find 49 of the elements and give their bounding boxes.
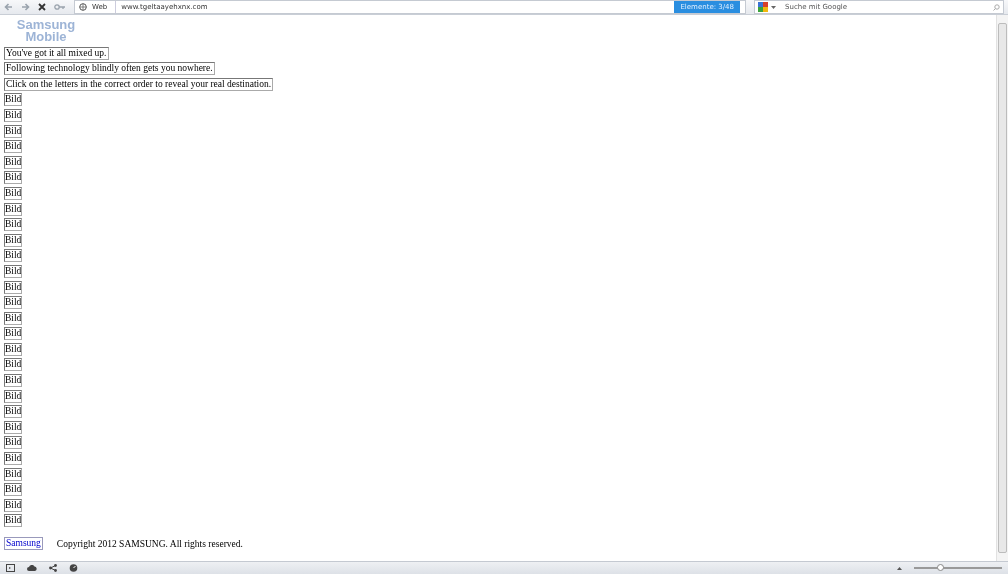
image-alt-text[interactable]: Bild [4,140,23,154]
speedometer-icon[interactable] [69,564,78,572]
zoom-slider[interactable] [914,564,1002,572]
image-alt-text[interactable]: Bild [4,108,23,122]
image-alt-text[interactable]: Bild [4,186,23,200]
close-icon[interactable] [38,3,46,11]
image-alt-text[interactable]: Bild [4,124,23,138]
search-engine-icon [758,2,768,12]
message-text: Click on the letters in the correct order to reveal your real destination. [4,77,274,91]
logo-text: Samsung Mobile [15,19,77,43]
image-alt-text[interactable]: Bild [4,202,23,216]
image-alt-text[interactable]: Bild [4,311,23,325]
image-alt-text[interactable]: Bild [4,436,23,450]
image-alt-text[interactable]: Bild [4,296,23,310]
image-alt-text[interactable]: Bild [4,218,23,232]
message-text: You've got it all mixed up. [4,46,109,60]
image-alt-text[interactable]: Bild [4,514,23,528]
image-alt-text[interactable]: Bild [4,264,23,278]
image-alt-text[interactable]: Bild [4,420,23,434]
image-alt-text[interactable]: Bild [4,483,23,497]
image-alt-text[interactable]: Bild [4,452,23,466]
image-alt-text[interactable]: Bild [4,358,23,372]
key-icon[interactable] [54,4,66,10]
image-alt-text[interactable]: Bild [4,405,23,419]
image-alt-text[interactable]: Bild [4,374,23,388]
image-alt-text[interactable]: Bild [4,342,23,356]
image-alt-text[interactable]: Bild [4,467,23,481]
search-icon[interactable] [993,3,1000,11]
image-alt-text[interactable]: Bild [4,280,23,294]
zoom-slider-thumb[interactable] [936,564,944,571]
image-alt-text[interactable]: Bild [4,249,23,263]
dropdown-caret-icon[interactable] [771,5,776,9]
up-caret-icon[interactable] [897,566,902,570]
image-alt-text[interactable]: Bild [4,327,23,341]
image-alt-text[interactable]: Bild [4,233,23,247]
message-text: Following technology blindly often gets you nowhere. [4,62,215,76]
image-alt-text[interactable]: Bild [4,171,23,185]
image-alt-text[interactable]: Bild [4,93,23,107]
cloud-icon[interactable] [27,565,37,571]
globe-icon [79,3,87,11]
back-arrow-icon[interactable] [4,3,13,11]
image-alt-text[interactable]: Bild [4,155,23,169]
panel-icon[interactable] [6,564,15,572]
share-icon[interactable] [49,564,57,572]
forward-arrow-icon[interactable] [21,3,30,11]
image-alt-text[interactable]: Bild [4,498,23,512]
samsung-link[interactable]: Samsung [4,537,43,551]
image-alt-text[interactable]: Bild [4,389,23,403]
copyright-text: Copyright 2012 SAMSUNG. All rights reserved. [56,539,243,551]
